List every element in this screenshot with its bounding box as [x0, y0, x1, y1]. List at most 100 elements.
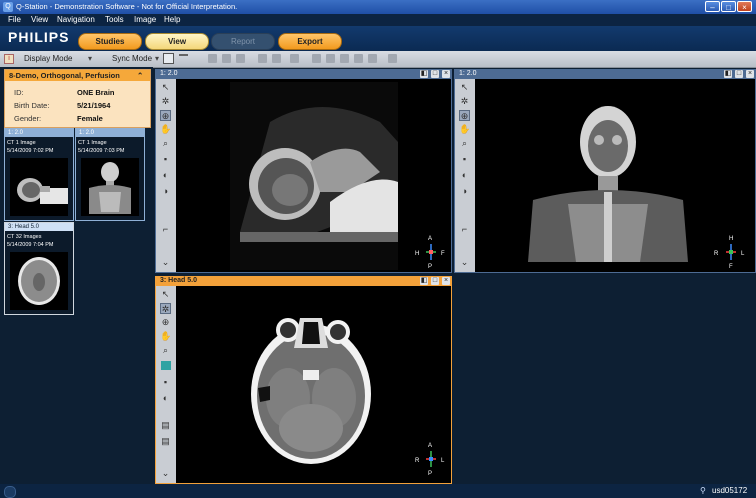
pause-icon[interactable]: [208, 54, 217, 63]
tab-report[interactable]: Report: [211, 33, 275, 50]
viewport-1-maximize-icon[interactable]: □: [431, 70, 439, 78]
viewport-3-maximize-icon[interactable]: □: [431, 277, 439, 285]
patient-id-label: ID:: [14, 88, 24, 97]
menu-view[interactable]: View: [31, 15, 48, 24]
status-bar: ⚲ usd05172: [0, 484, 756, 498]
series-thumbnail[interactable]: 1: 2.0 CT 1 Image 5/14/2009 7:03 PM: [75, 128, 145, 221]
orientation-right: L: [441, 458, 445, 464]
zoom-icon[interactable]: ⌕: [459, 138, 470, 149]
gender-value: Female: [77, 114, 103, 123]
pan-icon[interactable]: ⊕: [160, 110, 171, 121]
color-map-icon[interactable]: [160, 361, 171, 372]
pan-icon[interactable]: ⊕: [160, 317, 171, 328]
series-thumbnail[interactable]: 1: 2.0 CT 1 Image 5/14/2009 7:02 PM: [4, 128, 74, 221]
viewport-2-layout-icon[interactable]: ◧: [724, 70, 732, 78]
display-mode-label[interactable]: Display Mode: [24, 54, 72, 63]
thumbnail-axial-head: [10, 252, 68, 310]
zoom-icon[interactable]: ⌕: [160, 345, 171, 356]
grayscale-icon[interactable]: ▪: [459, 154, 470, 165]
pointer-icon[interactable]: ↖: [160, 289, 171, 300]
app-icon: Q: [3, 2, 13, 12]
thumbnail-frontal-scout: [81, 158, 139, 216]
pointer-icon[interactable]: ↖: [459, 82, 470, 93]
scroll-down-icon[interactable]: ⌄: [160, 257, 171, 268]
fit-icon[interactable]: [368, 54, 377, 63]
scroll-down-icon[interactable]: ⌄: [459, 257, 470, 268]
viewport-1-layout-icon[interactable]: ◧: [420, 70, 428, 78]
philips-logo: PHILIPS: [8, 29, 70, 45]
menu-file[interactable]: File: [8, 15, 21, 24]
contrast-icon[interactable]: ◐: [160, 170, 171, 181]
collapse-icon[interactable]: ⌃: [137, 71, 143, 80]
contrast-icon[interactable]: ◐: [160, 393, 171, 404]
viewport-1-close-icon[interactable]: ×: [442, 70, 450, 78]
series-id: 1: 2.0: [76, 129, 144, 137]
menu-help[interactable]: Help: [164, 15, 180, 24]
series-description: CT 1 Image: [7, 140, 36, 146]
orientation-bottom: P: [428, 264, 433, 270]
menu-navigation[interactable]: Navigation: [57, 15, 95, 24]
display-mode-dropdown-icon[interactable]: ▾: [88, 54, 92, 63]
maximize-button[interactable]: □: [721, 1, 736, 12]
zoom-icon[interactable]: ⌕: [160, 138, 171, 149]
sync-icon[interactable]: [290, 54, 299, 63]
patient-info-icon[interactable]: i: [4, 54, 14, 64]
pointer-icon[interactable]: ↖: [160, 82, 171, 93]
settings-icon[interactable]: [312, 54, 321, 63]
magnifier-icon[interactable]: [354, 54, 363, 63]
study-name: 8-Demo, Orthogonal, Perfusion: [9, 71, 120, 80]
viewport-3-layout-icon[interactable]: ◧: [420, 277, 428, 285]
minimize-button[interactable]: –: [705, 1, 720, 12]
stack-icon[interactable]: [258, 54, 267, 63]
status-scroll-icon[interactable]: [4, 486, 16, 498]
crop-icon[interactable]: ⌐: [160, 224, 171, 235]
hand-icon[interactable]: ✋: [160, 331, 171, 342]
series-thumbnail-selected[interactable]: 3: Head 5.0 CT 32 Images 5/14/2009 7:04 …: [4, 222, 74, 315]
play-icon[interactable]: [222, 54, 231, 63]
invert-icon[interactable]: ◑: [160, 186, 171, 197]
grayscale-icon[interactable]: ▪: [160, 154, 171, 165]
filter-icon[interactable]: [179, 54, 188, 63]
invert-icon[interactable]: ◑: [459, 186, 470, 197]
zoom-in-icon[interactable]: [326, 54, 335, 63]
grayscale-icon[interactable]: ▪: [160, 377, 171, 388]
orientation-top: H: [729, 236, 734, 242]
scroll-down-icon[interactable]: ⌄: [160, 468, 171, 479]
viewport-2-maximize-icon[interactable]: □: [735, 70, 743, 78]
window-level-icon[interactable]: ✲: [160, 303, 171, 314]
viewport-1-tools: ↖ ✲ ⊕ ✋ ⌕ ▪ ◐ ◑ ⌐ ⌄: [156, 79, 176, 272]
layout-icon[interactable]: [163, 53, 174, 64]
patient-study-header[interactable]: 8-Demo, Orthogonal, Perfusion ⌃: [5, 70, 150, 81]
window-level-icon[interactable]: ✲: [160, 96, 171, 107]
hand-icon[interactable]: ✋: [160, 124, 171, 135]
user-icon: ⚲: [700, 486, 706, 495]
hand-icon[interactable]: ✋: [459, 124, 470, 135]
viewport-3-close-icon[interactable]: ×: [442, 277, 450, 285]
viewport-2-close-icon[interactable]: ×: [746, 70, 754, 78]
skip-icon[interactable]: [236, 54, 245, 63]
pan-icon[interactable]: ⊕: [459, 110, 470, 121]
orientation-top: A: [428, 236, 433, 242]
birth-date-label: Birth Date:: [14, 101, 50, 110]
stack-up-icon[interactable]: ▤: [160, 420, 171, 431]
tab-export[interactable]: Export: [278, 33, 342, 50]
viewport-1-title: 1: 2.0: [156, 69, 451, 79]
contrast-icon[interactable]: ◐: [459, 170, 470, 181]
stack-down-icon[interactable]: ▤: [160, 436, 171, 447]
tab-view[interactable]: View: [145, 33, 209, 50]
sync-mode-dropdown-icon[interactable]: ▾: [155, 54, 159, 63]
reference-lines-icon[interactable]: [272, 54, 281, 63]
sync-mode-label[interactable]: Sync Mode: [112, 54, 152, 63]
viewport-3-tools: ↖ ✲ ⊕ ✋ ⌕ ▪ ◐ ▤ ▤ ⌄: [156, 286, 176, 483]
close-button[interactable]: ×: [737, 1, 752, 12]
flip-icon[interactable]: [388, 54, 397, 63]
menu-tools[interactable]: Tools: [105, 15, 124, 24]
window-level-icon[interactable]: ✲: [459, 96, 470, 107]
zoom-out-icon[interactable]: [340, 54, 349, 63]
tab-studies[interactable]: Studies: [78, 33, 142, 50]
crop-icon[interactable]: ⌐: [459, 224, 470, 235]
menu-image[interactable]: Image: [134, 15, 156, 24]
axial-head-image: [248, 308, 374, 466]
series-date: 5/14/2009 7:02 PM: [7, 148, 54, 154]
thumbnail-lateral-scout: [10, 158, 68, 216]
